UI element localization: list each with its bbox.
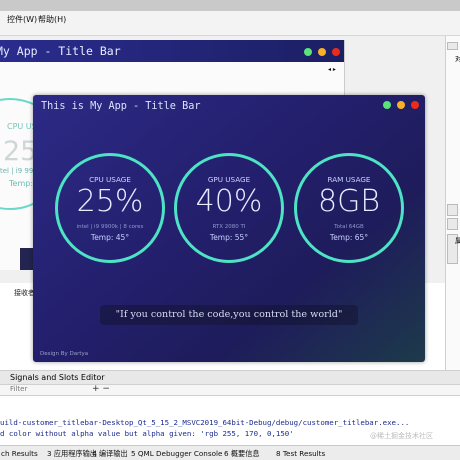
status-compile-output[interactable]: 4 编译输出 bbox=[92, 449, 128, 459]
gpu-usage-value: 40% bbox=[195, 184, 263, 219]
cpu-info: intel | i9 9900k | 8 cores bbox=[76, 224, 144, 230]
tab-receiver[interactable]: 接收者 bbox=[14, 288, 35, 298]
signals-slots-editor-label: Signals and Slots Editor bbox=[10, 373, 105, 382]
right-property-panel: 对 属 bbox=[445, 36, 460, 374]
right-panel-button[interactable] bbox=[447, 204, 458, 216]
menu-widgets[interactable]: 控件(W) bbox=[7, 14, 37, 25]
right-panel-button[interactable] bbox=[447, 218, 458, 230]
status-qml-console[interactable]: 5 QML Debugger Console bbox=[131, 449, 222, 458]
close-button[interactable] bbox=[411, 101, 419, 109]
background-minimize-button[interactable] bbox=[304, 48, 312, 56]
watermark: @稀土掘金技术社区 bbox=[370, 432, 433, 440]
cpu-usage-label: CPU USAGE bbox=[89, 175, 131, 184]
cpu-usage-value: 25% bbox=[76, 184, 144, 219]
app-window: This is My App - Title Bar CPU USAGE 25%… bbox=[33, 95, 425, 362]
right-panel-button[interactable] bbox=[447, 42, 458, 50]
right-panel-side-text: 属 bbox=[455, 237, 460, 245]
cpu-temp: Temp: 45° bbox=[90, 233, 130, 242]
gpu-info: RTX 2080 TI bbox=[212, 224, 246, 230]
output-line: uild-customer_titlebar-Desktop_Qt_5_15_2… bbox=[0, 418, 410, 427]
ram-info: Total 64GB bbox=[334, 224, 364, 230]
output-line: d color without alpha value but alpha gi… bbox=[0, 429, 294, 438]
background-window-title: My App - Title Bar bbox=[0, 44, 121, 58]
gpu-temp: Temp: 55° bbox=[209, 233, 249, 242]
top-strip bbox=[0, 0, 460, 11]
window-title: This is My App - Title Bar bbox=[41, 101, 201, 112]
background-title-bar[interactable]: My App - Title Bar bbox=[0, 40, 344, 62]
menu-help[interactable]: 帮助(H) bbox=[38, 14, 66, 25]
maximize-button[interactable] bbox=[397, 101, 405, 109]
status-test-results[interactable]: 8 Test Results bbox=[276, 449, 325, 458]
quote-box: "If you control the code,you control the… bbox=[100, 305, 358, 325]
signals-slots-editor-tab[interactable]: Signals and Slots Editor bbox=[0, 370, 460, 384]
filter-bar: Filter + − bbox=[0, 384, 460, 395]
designer-credit: Design By Dartya bbox=[40, 351, 89, 357]
minimize-button[interactable] bbox=[383, 101, 391, 109]
gpu-usage-label: GPU USAGE bbox=[207, 175, 251, 184]
add-remove-buttons[interactable]: + − bbox=[92, 384, 110, 394]
background-gauge-temp: Temp: bbox=[9, 179, 34, 188]
background-close-button[interactable] bbox=[332, 48, 340, 56]
ram-usage-value: 8GB bbox=[318, 184, 380, 219]
quote-text: "If you control the code,you control the… bbox=[115, 309, 343, 320]
background-maximize-button[interactable] bbox=[318, 48, 326, 56]
status-summary[interactable]: 6 概要信息 bbox=[224, 449, 260, 459]
status-app-output[interactable]: 3 应用程序输出 bbox=[47, 449, 97, 459]
scroll-arrows-icon[interactable]: ◂ ▸ bbox=[328, 66, 336, 73]
ram-temp: Temp: 65° bbox=[329, 233, 369, 242]
status-search-results[interactable]: ch Results bbox=[1, 449, 38, 458]
filter-input[interactable]: Filter bbox=[10, 385, 27, 393]
ram-usage-label: RAM USAGE bbox=[327, 175, 371, 184]
status-bar: ch Results 3 应用程序输出 4 编译输出 5 QML Debugge… bbox=[0, 445, 460, 460]
right-panel-label: 对 bbox=[455, 55, 460, 63]
menu-bar: 控件(W) 帮助(H) bbox=[0, 0, 460, 36]
